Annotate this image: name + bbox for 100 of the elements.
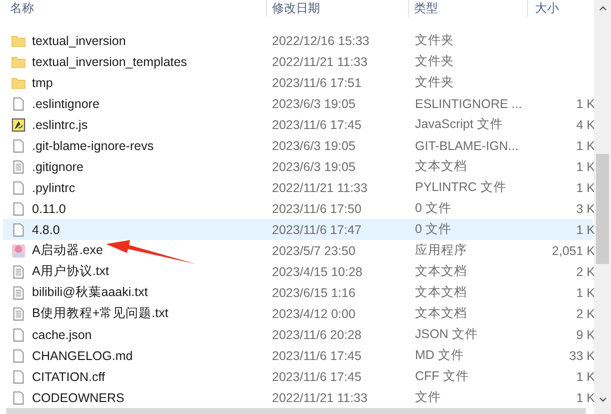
horizontal-scrollbar[interactable] — [6, 408, 586, 414]
file-size: 1 K — [576, 160, 595, 174]
file-row[interactable]: cache.json 2023/11/6 20:28 JSON 文件 9 K — [3, 324, 593, 345]
modified-date: 2022/11/21 11:33 — [271, 180, 368, 194]
file-icon — [11, 368, 26, 384]
file-size: 1 K — [576, 222, 595, 236]
modified-date: 2022/11/21 11:33 — [271, 390, 368, 404]
file-size: 2,051 K — [552, 244, 595, 258]
modified-date: 2022/12/16 15:33 — [271, 34, 370, 48]
modified-date: 2023/4/12 0:00 — [271, 306, 356, 320]
file-row[interactable]: .eslintignore 2023/6/3 19:05 ESLINTIGNORE ... 1 K — [3, 93, 593, 114]
file-row[interactable]: CHANGELOG.md 2023/11/6 17:45 MD 文件 33 K — [3, 345, 593, 366]
text-file-icon — [11, 264, 26, 280]
file-name: CODEOWNERS — [32, 390, 124, 404]
modified-date: 2023/6/15 1:16 — [271, 286, 356, 300]
file-type: 文本文档 — [414, 284, 468, 301]
file-type: 文本文档 — [414, 263, 468, 280]
modified-date: 2023/11/6 17:45 — [271, 118, 362, 132]
file-size: 1 K — [576, 138, 595, 152]
file-type: 应用程序 — [414, 242, 468, 259]
modified-date: 2023/11/6 17:50 — [271, 202, 362, 216]
file-size: 1 K — [576, 370, 595, 384]
file-size: 3 K — [576, 202, 595, 216]
modified-date: 2023/6/3 19:05 — [271, 96, 356, 110]
text-file-icon — [11, 158, 26, 174]
file-icon — [11, 96, 26, 112]
file-name: .pylintrc — [32, 180, 76, 194]
file-row[interactable]: textual_inversion 2022/12/16 15:33 文件夹 — [3, 30, 593, 51]
file-size: 33 K — [569, 348, 595, 362]
file-row[interactable]: .eslintrc.js 2023/11/6 17:45 JavaScript 文件 4 K — [3, 114, 593, 135]
column-header[interactable]: 修改日期 — [267, 0, 409, 17]
file-name: cache.json — [32, 328, 92, 342]
modified-date: 2023/6/3 19:05 — [271, 160, 356, 174]
column-header[interactable]: 大小 — [528, 0, 594, 17]
file-icon — [11, 348, 26, 364]
file-name: .eslintignore — [32, 96, 100, 110]
file-row[interactable]: .pylintrc 2022/11/21 11:33 PYLINTRC 文件 1 K — [3, 177, 593, 198]
modified-date: 2023/5/7 23:50 — [271, 244, 356, 258]
vertical-scrollbar[interactable] — [594, 0, 611, 414]
file-row[interactable]: textual_inversion_templates 2022/11/21 11:33 文件夹 — [3, 51, 593, 72]
file-size: 9 K — [576, 328, 595, 342]
modified-date: 2023/11/6 17:51 — [271, 76, 362, 90]
file-name: A用户协议.txt — [32, 263, 110, 280]
file-row[interactable]: 0.11.0 2023/11/6 17:50 0 文件 3 K — [3, 198, 593, 219]
scroll-up-icon[interactable] — [598, 4, 608, 12]
scroll-down-icon[interactable] — [598, 396, 608, 404]
file-row[interactable]: CITATION.cff 2023/11/6 17:45 CFF 文件 1 K — [3, 366, 593, 387]
script-icon — [11, 116, 26, 132]
file-type: 文件夹 — [414, 74, 455, 91]
file-type: 0 文件 — [414, 221, 452, 238]
file-name: CHANGELOG.md — [32, 348, 133, 362]
file-size: 1 K — [576, 390, 595, 404]
file-row[interactable]: 4.8.0 2023/11/6 17:47 0 文件 1 K — [3, 219, 593, 240]
modified-date: 2023/11/6 20:28 — [271, 328, 362, 342]
modified-date: 2023/11/6 17:45 — [271, 370, 362, 384]
file-size: 2 K — [576, 306, 595, 320]
file-row[interactable]: A用户协议.txt 2023/4/15 10:28 文本文档 2 K — [3, 261, 593, 282]
file-name: textual_inversion — [32, 34, 126, 48]
file-type: 文件 — [414, 389, 442, 406]
file-size: 2 K — [576, 264, 595, 278]
file-row[interactable]: .git-blame-ignore-revs 2023/6/3 19:05 GIT-BLAME-IGN... 1 K — [3, 135, 593, 156]
file-name: CITATION.cff — [32, 370, 105, 384]
file-size: 1 K — [576, 286, 595, 300]
file-type: 文件夹 — [414, 32, 455, 49]
file-name: .gitignore — [32, 160, 84, 174]
scroll-thumb[interactable] — [596, 154, 609, 264]
modified-date: 2023/6/3 19:05 — [271, 138, 356, 152]
file-row[interactable]: bilibili@秋葉aaaki.txt 2023/6/15 1:16 文本文档 1 K — [3, 282, 593, 303]
file-name: 0.11.0 — [32, 202, 66, 216]
file-size: 1 K — [576, 180, 595, 194]
file-name: textual_inversion_templates — [32, 54, 187, 68]
text-file-icon — [11, 284, 26, 300]
file-type: 文本文档 — [414, 305, 468, 322]
file-type: 0 文件 — [414, 200, 452, 217]
file-name: A启动器.exe — [32, 242, 103, 259]
file-row[interactable]: tmp 2023/11/6 17:51 文件夹 — [3, 72, 593, 93]
file-type: CFF 文件 — [414, 368, 470, 385]
file-name: bilibili@秋葉aaaki.txt — [32, 284, 148, 301]
file-icon — [11, 138, 26, 154]
text-file-icon — [11, 306, 26, 322]
file-row[interactable]: A启动器.exe 2023/5/7 23:50 应用程序 2,051 K — [3, 240, 593, 261]
modified-date: 2023/11/6 17:47 — [271, 222, 362, 236]
column-header[interactable]: 名称 — [0, 0, 267, 17]
file-name: .git-blame-ignore-revs — [32, 138, 154, 152]
modified-date: 2023/11/6 17:45 — [271, 348, 362, 362]
file-type: JavaScript 文件 — [414, 116, 504, 133]
file-type: MD 文件 — [414, 347, 465, 364]
file-type: GIT-BLAME-IGN... — [414, 138, 520, 152]
file-icon — [11, 180, 26, 196]
file-name: 4.8.0 — [32, 222, 60, 236]
file-row[interactable]: .gitignore 2023/6/3 19:05 文本文档 1 K — [3, 156, 593, 177]
file-type: PYLINTRC 文件 — [414, 179, 508, 196]
modified-date: 2022/11/21 11:33 — [271, 54, 368, 68]
app-icon — [11, 242, 26, 258]
file-row[interactable]: B使用教程+常见问题.txt 2023/4/12 0:00 文本文档 2 K — [3, 303, 593, 324]
file-type: JSON 文件 — [414, 326, 479, 343]
file-row[interactable]: CODEOWNERS 2022/11/21 11:33 文件 1 K — [3, 387, 593, 408]
column-header[interactable]: 类型 — [409, 0, 528, 17]
modified-date: 2023/4/15 10:28 — [271, 264, 364, 278]
file-name: B使用教程+常见问题.txt — [32, 305, 168, 322]
